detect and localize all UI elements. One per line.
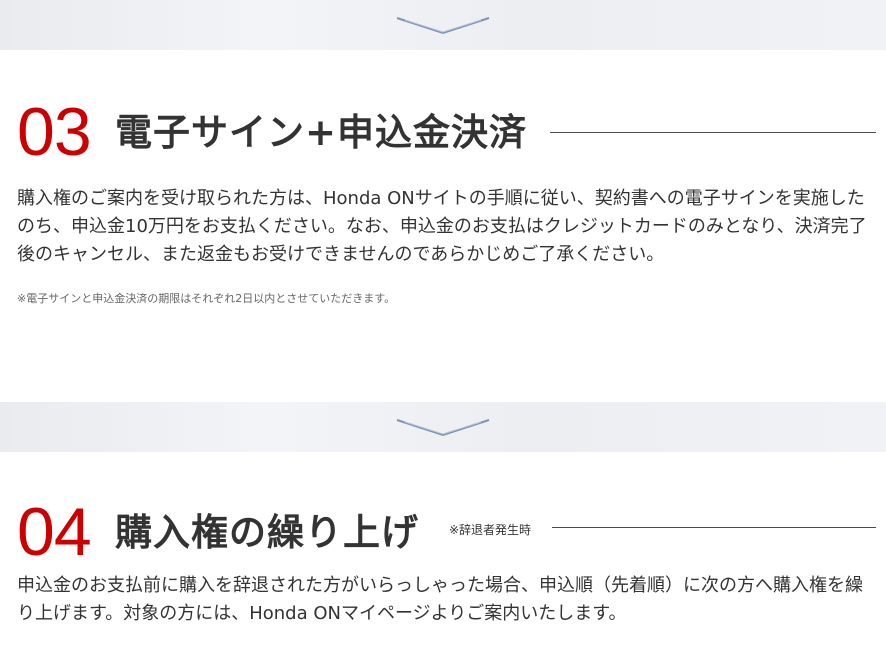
step-title-note: ※辞退者発生時 <box>449 523 532 537</box>
step-divider-band <box>0 0 886 50</box>
chevron-down-icon <box>396 419 490 437</box>
heading-rule <box>550 132 876 133</box>
step-number: 03 <box>17 94 92 170</box>
step-heading: 03 電子サイン+申込金決済 <box>17 95 876 170</box>
step-title: 購入権の繰り上げ <box>115 511 419 554</box>
step-number: 04 <box>17 494 92 570</box>
chevron-down-icon <box>396 17 490 35</box>
step-fine-print: ※電子サインと申込金決済の期限はそれぞれ2日以内とさせていただきます。 <box>17 292 396 305</box>
step-heading: 04 購入権の繰り上げ ※辞退者発生時 <box>17 495 876 570</box>
step-description: 申込金のお支払前に購入を辞退された方がいらっしゃった場合、申込順（先着順）に次の… <box>17 575 863 624</box>
heading-rule <box>552 527 876 528</box>
step-divider-band <box>0 402 886 452</box>
step-04-section: 04 購入権の繰り上げ ※辞退者発生時 申込金のお支払前に購入を辞退された方がい… <box>17 495 876 628</box>
step-title: 電子サイン+申込金決済 <box>115 111 528 154</box>
step-03-section: 03 電子サイン+申込金決済 購入権のご案内を受け取られた方は、Honda ON… <box>17 95 876 307</box>
step-description: 購入権のご案内を受け取られた方は、Honda ONサイトの手順に従い、契約書への… <box>17 188 867 265</box>
